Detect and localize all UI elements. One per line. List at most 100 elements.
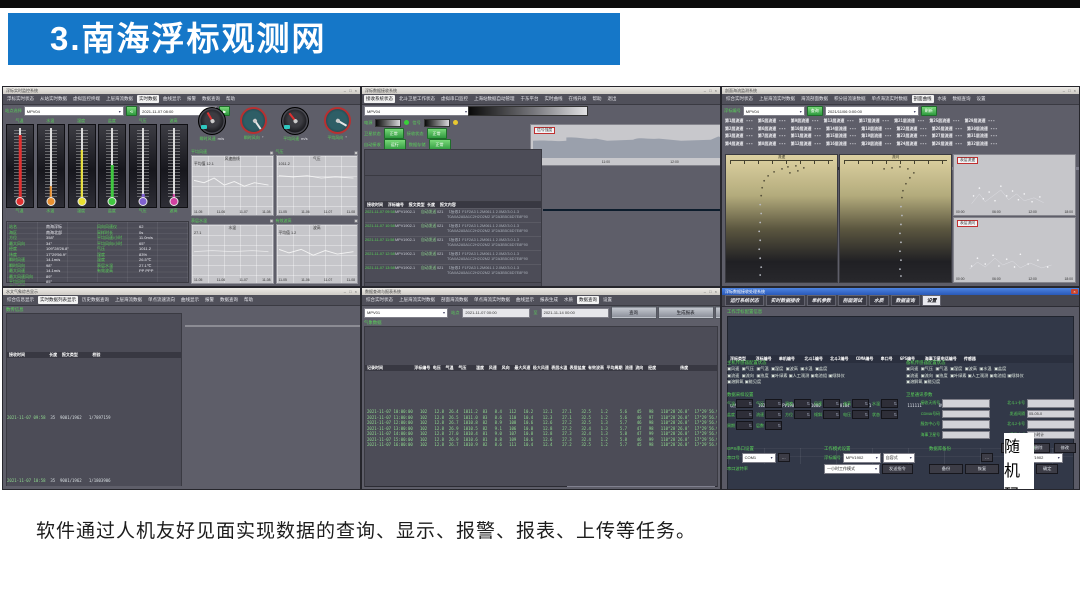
satellite-map[interactable]: ✥ +− [543,209,721,211]
log-row[interactable]: 2021-11-07 11:58 MPV1902-1 自动发送 021 【接收】… [365,236,541,250]
window-buttons[interactable]: – □ × [344,288,358,295]
sampling-stepper[interactable]: 水温 [872,399,898,408]
stepper-box[interactable] [823,410,840,419]
h-scrollbar[interactable] [365,486,717,488]
tab[interactable]: 运行系统状态 [725,295,764,306]
tab[interactable]: 设置 [922,295,942,306]
window-buttons[interactable]: – □ × [344,87,358,94]
browse-button[interactable]: … [981,453,993,462]
sampling-stepper[interactable]: 层数 [756,421,782,430]
param-input[interactable] [942,431,990,440]
menu-item[interactable]: 设置 [975,95,988,103]
tab[interactable]: 数据查询 [891,295,920,306]
mode-type-select[interactable]: 自容式 [883,453,915,463]
sampling-stepper[interactable]: 倾斜 [814,410,840,419]
menu-item[interactable]: 从站实时数据 [38,95,69,103]
menu-item[interactable]: 单点海流实时数据 [870,95,910,103]
menu-item[interactable]: 剖面海流数据 [439,296,470,304]
menu-item[interactable]: 实时数据列表显示 [38,296,78,304]
stepper-box[interactable] [765,399,782,408]
param-input[interactable] [942,410,990,419]
receive-status-button[interactable]: 正常 [427,128,447,139]
stepper-box[interactable] [794,410,811,419]
stepper-box[interactable] [852,410,869,419]
menu-item[interactable]: 积分层流速数据 [832,95,868,103]
menu-item[interactable]: 海流剖面数据 [799,95,830,103]
sampling-stepper[interactable]: 气压 [756,399,782,408]
chart-expand-icon[interactable]: ▣ [270,150,274,155]
sampling-stepper[interactable]: 状态 [872,410,898,419]
menu-item[interactable]: 帮助 [224,95,237,103]
menu-item[interactable]: 实时数据 [137,95,159,103]
refresh-button[interactable]: 刷新 [921,106,937,116]
window-titlebar[interactable]: 浮标实时监控系统– □ × [3,87,360,94]
menu-item[interactable]: 曲线显示 [161,95,183,103]
stepper-box[interactable] [823,399,840,408]
tab[interactable]: 实时数据接收 [766,295,805,306]
menu-item[interactable]: 于东平台 [519,95,541,103]
menu-item[interactable]: 水质 [936,95,949,103]
menu-item[interactable]: 上层海流实时数据 [757,95,797,103]
checkbox-row[interactable]: ▣溶解氧 ▣能见度 [727,379,899,386]
menu-item[interactable]: 上层海流数据 [104,95,135,103]
menu-item[interactable]: 上层海流实时数据 [397,296,437,304]
sampling-stepper[interactable]: 波高 [843,399,869,408]
table-row[interactable]: 2021-11-07 10:58 35 9001/1962 1/1803906 [7,478,181,484]
time-select[interactable]: 2021/11/06 0:00:00 [825,106,919,116]
date-to-field[interactable]: 2021-11-14 00:00 [541,308,609,318]
work-mode-select[interactable]: 一小时工作模式 [824,464,880,474]
restore-button[interactable]: 恢复 [965,464,999,474]
sampling-stepper[interactable]: 方位 [785,410,811,419]
window-titlebar[interactable]: 剖面海流监测系统– □ × [722,87,1079,94]
menu-item[interactable]: 单点海流实时数据 [472,296,512,304]
tab[interactable]: 水质 [869,295,889,306]
param-input[interactable] [942,399,990,408]
sampling-stepper[interactable]: 流速 [756,410,782,419]
buoy-id-select[interactable]: MPV1902 [843,453,881,463]
menu-item[interactable]: 退出 [606,95,619,103]
browse-button[interactable]: … [778,453,790,462]
chart-expand-icon[interactable]: ▣ [270,218,274,223]
menu-item[interactable]: 数据查询 [218,296,240,304]
menu-item[interactable]: 帮助 [242,296,255,304]
menu-item[interactable]: 设置 [601,296,614,304]
param-input[interactable]: 05-05-0 [1027,410,1075,419]
send-command-button[interactable]: 发送指令 [882,464,913,474]
menu-item[interactable]: 综合信息显示 [5,296,36,304]
menu-item[interactable]: 报表生成 [538,296,560,304]
channel-select[interactable]: MPV04 [364,106,470,116]
menu-item[interactable]: 虚拟串口监控 [439,95,470,103]
chart-expand-icon[interactable]: ▣ [354,218,358,223]
menu-item[interactable]: 上层海流数据 [113,296,144,304]
buoy-id-select[interactable]: MPV04 [743,106,805,116]
com-port-select[interactable]: COM1 [742,453,776,463]
menu-item[interactable]: 曲线显示 [179,296,201,304]
stepper-box[interactable] [852,399,869,408]
query-button[interactable]: 查询 [807,106,823,116]
window-buttons[interactable]: – □ × [704,87,718,94]
param-input[interactable] [942,420,990,429]
log-row[interactable]: 2021-11-07 10:58 MPV1902-1 自动发送 021 【接收】… [365,222,541,236]
stepper-box[interactable] [736,421,753,430]
date-from-field[interactable]: 2021-11-07 00:00 [462,308,530,318]
window-titlebar[interactable]: 浮标数据接收处理系统× [722,288,1079,295]
menu-item[interactable]: 数据查询 [200,95,222,103]
param-input[interactable] [1027,399,1075,408]
table-row[interactable]: 2021-11-07 10:00:00 102 12.8 26.4 1011.2… [365,409,717,415]
backup-button[interactable]: 备份 [929,464,963,474]
menu-item[interactable]: 水质 [562,296,575,304]
log-row[interactable]: 2021-11-07 09:58 MPV1902-1 自动发送 021 【接收】… [365,208,541,222]
satellite-status-button[interactable]: 正常 [384,128,404,139]
report-button[interactable]: 生成报表 [659,307,713,318]
menu-item[interactable]: 曲线显示 [514,296,536,304]
stepper-box[interactable] [765,410,782,419]
window-titlebar[interactable]: 数据查询与报表系统– □ × [362,288,720,295]
table-row[interactable]: 2021-11-07 09:58 35 9001/1962 1/7897159 [7,415,181,421]
sampling-stepper[interactable]: 气温 [727,399,753,408]
param-input[interactable]: 以小时计 [1027,431,1075,440]
log-row[interactable]: 2021-11-07 13:58 MPV1902-1 自动发送 021 【接收】… [365,264,541,278]
window-buttons[interactable]: – □ × [704,288,718,295]
menu-item[interactable]: 实时曲线 [543,95,565,103]
station-select[interactable]: MPV01 [364,308,448,318]
random-code-field[interactable]: 随机码 [1004,433,1034,491]
